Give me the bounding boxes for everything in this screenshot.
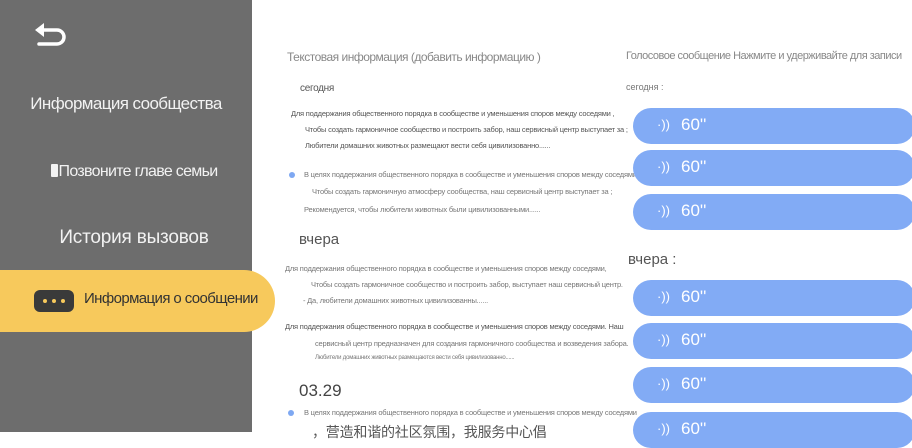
voice-message-button[interactable]: ·)) 60'' bbox=[633, 150, 912, 186]
unread-dot bbox=[288, 410, 294, 416]
sidebar-item-call-head[interactable]: Позвоните главе семьи bbox=[8, 163, 260, 181]
voice-message-button[interactable]: ·)) 60'' bbox=[633, 194, 912, 230]
sound-wave-icon: ·)) bbox=[657, 203, 670, 218]
message-line: Любители домашних животных размещаются в… bbox=[315, 355, 515, 361]
date-today: сегодня bbox=[300, 83, 335, 94]
voice-duration: 60'' bbox=[681, 374, 707, 393]
message-line: Чтобы создать гармоничное сообщество и п… bbox=[305, 125, 628, 134]
voice-message-button[interactable]: ·)) 60'' bbox=[633, 108, 912, 144]
message-line: Любители домашних животных размещают вес… bbox=[305, 141, 551, 150]
date-0329: 03.29 bbox=[299, 381, 342, 400]
message-line: - Да, любители домашних животных цивилиз… bbox=[303, 296, 488, 305]
text-panel-title: Текстовая информация (добавить информаци… bbox=[287, 50, 541, 64]
date-yesterday: вчера : bbox=[628, 251, 677, 268]
message-line: Рекомендуется, чтобы любители животных б… bbox=[304, 205, 541, 214]
message-line: ，营造和谐的社区氛围，我服务中心倡 bbox=[312, 424, 547, 440]
sound-wave-icon: ·)) bbox=[657, 421, 670, 436]
voice-duration: 60'' bbox=[681, 201, 707, 220]
message-line: В целях поддержания общественного порядк… bbox=[304, 170, 637, 179]
voice-duration: 60'' bbox=[681, 287, 707, 306]
voice-message-button[interactable]: ·)) 60'' bbox=[633, 280, 912, 316]
phone-icon bbox=[50, 164, 58, 177]
unread-dot bbox=[289, 172, 295, 178]
message-bubble-icon bbox=[34, 290, 74, 312]
sound-wave-icon: ·)) bbox=[657, 332, 670, 347]
voice-message-button[interactable]: ·)) 60'' bbox=[633, 323, 912, 359]
sidebar-item-label: Позвоните главе семьи bbox=[58, 163, 219, 180]
voice-message-button[interactable]: ·)) 60'' bbox=[633, 412, 912, 448]
sound-wave-icon: ·)) bbox=[657, 159, 670, 174]
message-line: сервисный центр предназначен для создани… bbox=[315, 339, 629, 348]
date-today: сегодня : bbox=[626, 82, 664, 92]
sound-wave-icon: ·)) bbox=[657, 376, 670, 391]
voice-duration: 60'' bbox=[681, 115, 707, 134]
sidebar-item-call-history[interactable]: История вызовов bbox=[8, 227, 260, 249]
message-line: Для поддержания общественного порядка в … bbox=[291, 109, 615, 118]
sidebar-item-label: Информация о сообщении bbox=[84, 290, 258, 307]
message-line: Для поддержания общественного порядка в … bbox=[285, 322, 624, 331]
date-yesterday: вчера bbox=[299, 231, 340, 248]
voice-duration: 60'' bbox=[681, 419, 707, 438]
voice-panel-title: Голосовое сообщение Нажмите и удерживайт… bbox=[626, 50, 902, 62]
sidebar-item-community-info[interactable]: Информация сообщества bbox=[0, 94, 252, 114]
sound-wave-icon: ·)) bbox=[657, 289, 670, 304]
sidebar: Информация сообщества Позвоните главе се… bbox=[0, 0, 252, 432]
message-line: Чтобы создать гармоничное сообщество и п… bbox=[311, 280, 623, 289]
sidebar-item-label: Информация сообщества bbox=[30, 94, 222, 113]
voice-message-button[interactable]: ·)) 60'' bbox=[633, 367, 912, 403]
voice-duration: 60'' bbox=[681, 157, 707, 176]
message-line: Чтобы создать гармоничную атмосферу сооб… bbox=[312, 187, 613, 196]
message-line: Для поддержания общественного порядка в … bbox=[285, 264, 607, 273]
back-arrow-icon[interactable] bbox=[30, 20, 70, 52]
sound-wave-icon: ·)) bbox=[657, 117, 670, 132]
voice-duration: 60'' bbox=[681, 330, 707, 349]
sidebar-item-label: История вызовов bbox=[59, 227, 209, 248]
message-line: В целях поддержания общественного порядк… bbox=[304, 408, 637, 417]
